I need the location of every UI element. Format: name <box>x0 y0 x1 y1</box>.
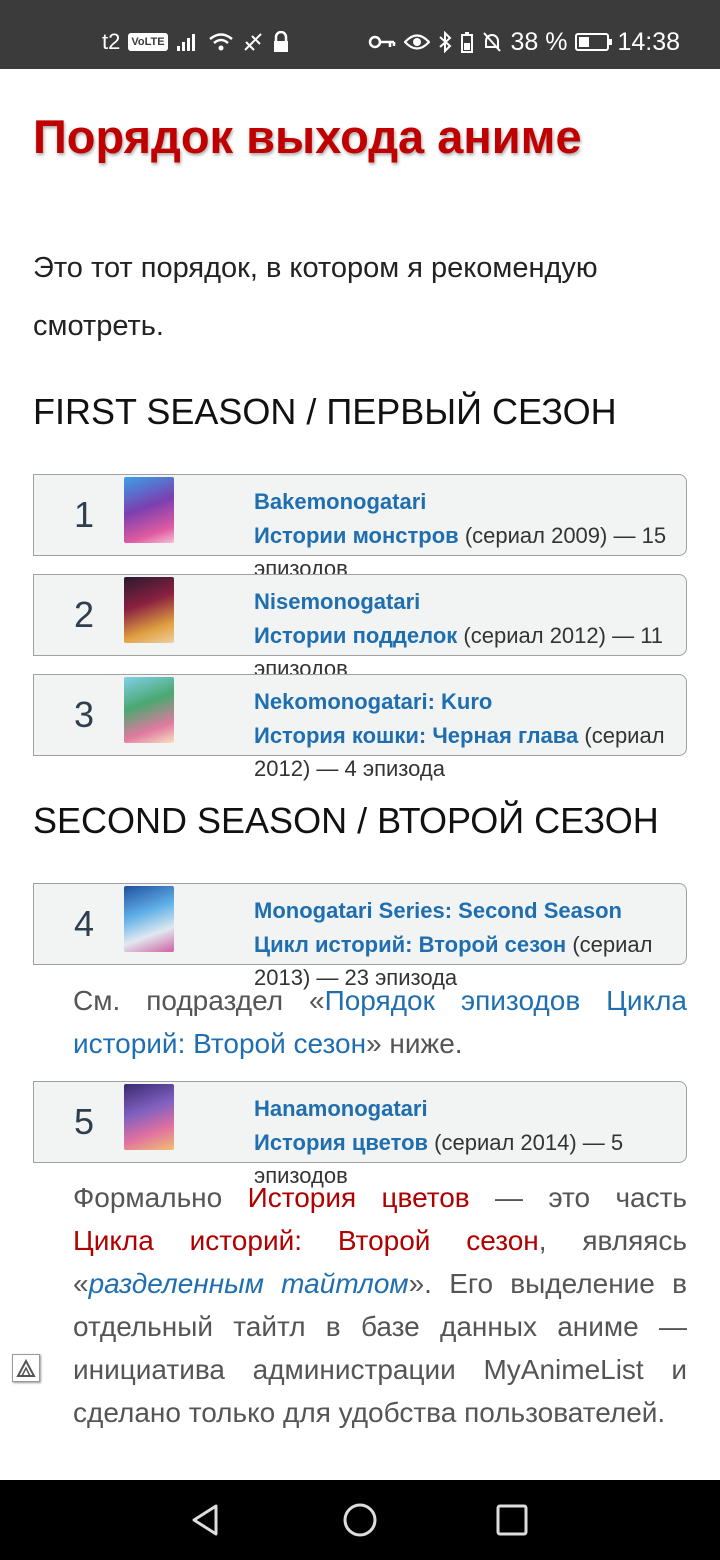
intro-text: Это тот порядок, в котором я рекомендую … <box>33 252 598 342</box>
second-season-note: См. подраздел «Порядок эпизодов Цикла ис… <box>73 985 687 1059</box>
entry-card[interactable]: 3 Nekomonogatari: Kuro История кошки: Че… <box>33 674 687 781</box>
entry-number: 2 <box>73 594 95 635</box>
entry-title-link[interactable]: Hanamonogatari <box>254 1096 428 1122</box>
season-heading-second: SECOND SEASON / ВТОРОЙ СЕЗОН <box>33 800 659 841</box>
battery-percent: 38 % <box>510 27 568 56</box>
entry-title-link[interactable]: Nekomonogatari: Kuro <box>254 689 492 715</box>
entry-number: 4 <box>73 903 95 944</box>
arrow-up-icon <box>16 1358 36 1377</box>
volte-badge: VoLTE <box>128 33 168 51</box>
entry-poster-image[interactable] <box>124 477 174 543</box>
status-left: t2 VoLTE <box>102 27 290 57</box>
data-off-icon <box>243 33 262 51</box>
article: Порядок выхода аниме Это тот порядок, в … <box>0 69 720 1479</box>
split-title-link[interactable]: разделенным тайтлом <box>89 1268 409 1299</box>
back-triangle-icon[interactable] <box>188 1502 224 1538</box>
entry-ru-title-link[interactable]: История цветов <box>254 1130 428 1155</box>
entry-card[interactable]: 5 Hanamonogatari История цветов (сериал … <box>33 1081 687 1188</box>
home-circle-icon[interactable] <box>342 1502 378 1538</box>
status-bar: t2 VoLTE 38 % 14:38 <box>0 0 720 69</box>
entry-title-link[interactable]: Nisemonogatari <box>254 589 420 615</box>
signal-icon <box>176 34 195 51</box>
entry-title-link[interactable]: Monogatari Series: Second Season <box>254 898 622 924</box>
entry-description: История кошки: Черная глава (сериал 2012… <box>254 719 694 785</box>
mute-icon <box>483 32 502 52</box>
navigation-bar <box>0 1480 720 1560</box>
entry-number: 1 <box>73 494 95 535</box>
page-title: Порядок выхода аниме <box>33 110 582 163</box>
lock-icon <box>273 31 288 52</box>
recents-square-icon[interactable] <box>494 1502 530 1538</box>
entry-card[interactable]: 1 Bakemonogatari Истории монстров (сериа… <box>33 474 687 581</box>
entry-ru-title-link[interactable]: История кошки: Черная глава <box>254 723 578 748</box>
entry-card[interactable]: 4 Monogatari Series: Second Season Цикл … <box>33 883 687 990</box>
clock: 14:38 <box>617 27 680 56</box>
entry-card[interactable]: 2 Nisemonogatari Истории подделок (сериа… <box>33 574 687 681</box>
scroll-to-top-button[interactable] <box>12 1354 40 1382</box>
season-heading-first: FIRST SEASON / ПЕРВЫЙ СЕЗОН <box>33 391 617 432</box>
entry-number: 3 <box>73 694 95 735</box>
entry-title-link[interactable]: Bakemonogatari <box>254 489 426 515</box>
second-season-link[interactable]: Цикла историй: Второй сезон <box>73 1225 539 1256</box>
hanamonogatari-note: Формально История цветов — это часть Цик… <box>73 1182 688 1428</box>
wifi-icon <box>208 33 233 51</box>
entry-poster-image[interactable] <box>124 1084 174 1150</box>
battery-icon <box>575 33 613 51</box>
entry-ru-title-link[interactable]: Истории монстров <box>254 523 459 548</box>
hanamonogatari-link[interactable]: История цветов <box>248 1182 470 1213</box>
entry-number: 5 <box>73 1101 95 1142</box>
status-right: 38 % 14:38 <box>368 27 680 57</box>
entry-poster-image[interactable] <box>124 577 174 643</box>
entry-poster-image[interactable] <box>124 886 174 952</box>
battery-saver-icon <box>461 32 474 53</box>
entry-ru-title-link[interactable]: Истории подделок <box>254 623 457 648</box>
eye-icon <box>404 34 431 50</box>
bluetooth-icon <box>439 31 452 53</box>
carrier-label: t2 <box>102 29 121 54</box>
entry-poster-image[interactable] <box>124 677 174 743</box>
entry-ru-title-link[interactable]: Цикл историй: Второй сезон <box>254 932 566 957</box>
key-icon <box>369 35 396 49</box>
